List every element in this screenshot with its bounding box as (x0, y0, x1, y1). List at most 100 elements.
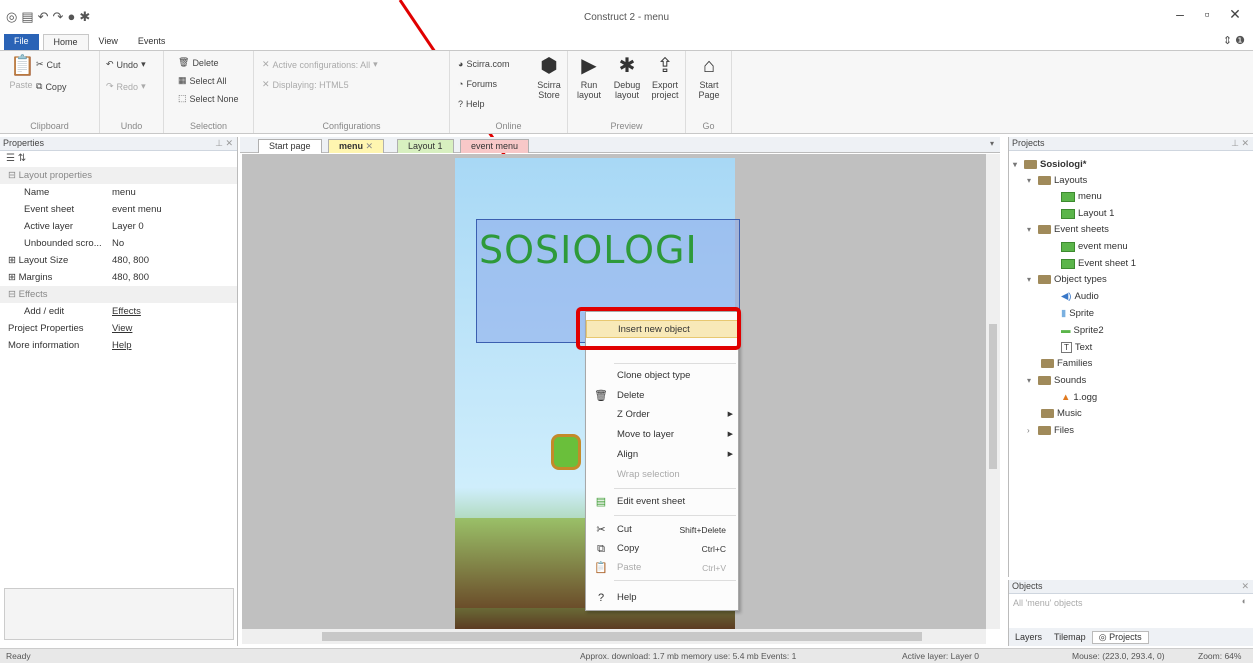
forums-icon: ◔ (458, 79, 464, 89)
tree-item-layout[interactable]: menu (1061, 191, 1102, 202)
select-all-button[interactable]: ▦ Select All (178, 75, 227, 86)
layout-properties-category[interactable]: ⊟ Layout properties (0, 167, 237, 184)
collapse-icon[interactable]: ▾ (1027, 376, 1035, 385)
menu-item-paste[interactable]: 📋 Paste Ctrl+V (586, 559, 738, 577)
collapse-icon[interactable]: ▾ (1027, 225, 1035, 234)
close-tab-icon[interactable]: ✕ (366, 141, 374, 151)
debug-layout-button[interactable]: ✱ Debug layout (610, 55, 644, 100)
menu-item-copy[interactable]: ⧉ Copy Ctrl+C (586, 540, 738, 558)
menu-item-align[interactable]: Align ▶ (586, 446, 738, 464)
property-row[interactable]: ⊞ Margins 480, 800 (0, 269, 237, 286)
restore-icon[interactable]: ▫ (1197, 6, 1217, 22)
tree-item-object[interactable]: T Text (1061, 342, 1092, 353)
tab-tilemap[interactable]: Tilemap (1048, 632, 1092, 642)
objects-filter[interactable]: All 'menu' objects ◐ (1009, 594, 1253, 612)
scroll-thumb[interactable] (989, 324, 997, 469)
cut-button[interactable]: ✂ Cut (36, 59, 61, 70)
objects-settings-icon[interactable]: ◐ (1242, 596, 1247, 606)
help-link[interactable]: ? Help (458, 99, 485, 109)
tree-item-event-sheet[interactable]: Event sheet 1 (1061, 258, 1136, 269)
run-layout-button[interactable]: ▶ Run layout (572, 55, 606, 100)
property-row[interactable]: Event sheet event menu (0, 201, 237, 218)
property-row[interactable]: ⊞ Layout Size 480, 800 (0, 252, 237, 269)
tab-events[interactable]: Events (128, 34, 176, 50)
copy-button[interactable]: ⧉ Copy (36, 81, 66, 92)
tree-item-object[interactable]: ▮ Sprite (1061, 308, 1094, 319)
tree-item-object[interactable]: ▬ Sprite2 (1061, 325, 1104, 336)
vertical-scrollbar[interactable] (986, 154, 1000, 629)
menu-separator (614, 363, 736, 364)
tab-start-page[interactable]: Start page (258, 139, 322, 153)
pin-close-icon[interactable]: ⊥ ✕ (215, 138, 233, 149)
tree-folder-event-sheets[interactable]: ▾ Event sheets (1027, 224, 1109, 235)
sort-icons[interactable]: ☰ ⇅ (0, 151, 237, 167)
tab-file[interactable]: File (4, 34, 39, 50)
menu-item-z-order[interactable]: Z Order ▶ (586, 406, 738, 424)
paste-button[interactable]: 📋 Paste (4, 55, 38, 90)
property-row[interactable]: Name menu (0, 184, 237, 201)
sosiologi-text[interactable]: SOSIOLOGI (479, 228, 698, 272)
property-row[interactable]: More information Help (0, 337, 237, 354)
menu-item-wrap-selection[interactable]: Wrap selection (586, 466, 738, 484)
scirra-link[interactable]: ◕ Scirra.com (458, 59, 509, 69)
sprite2-icon: ▬ (1061, 325, 1071, 336)
property-row[interactable]: Unbounded scro... No (0, 235, 237, 252)
property-row[interactable]: Add / edit Effects (0, 303, 237, 320)
minimize-icon[interactable]: – (1170, 6, 1190, 22)
tree-folder-layouts[interactable]: ▾ Layouts (1027, 175, 1087, 186)
close-icon[interactable]: ✕ (1241, 581, 1249, 592)
collapse-icon[interactable]: ▾ (1027, 176, 1035, 185)
property-row[interactable]: Project Properties View (0, 320, 237, 337)
tab-layout-1[interactable]: Layout 1 (397, 139, 454, 153)
tree-folder-object-types[interactable]: ▾ Object types (1027, 274, 1107, 285)
tree-folder-sounds[interactable]: ▾ Sounds (1027, 375, 1086, 386)
tree-folder-families[interactable]: Families (1041, 358, 1092, 369)
active-configurations-dropdown[interactable]: ✕ Active configurations: All ▾ (262, 59, 378, 70)
menu-item-delete[interactable]: 🗑 Delete (586, 387, 738, 405)
delete-button[interactable]: 🗑 Delete (178, 57, 218, 68)
tab-menu[interactable]: menu ✕ (328, 139, 385, 153)
store-button[interactable]: ⬢ Scirra Store (532, 55, 566, 100)
tab-home[interactable]: Home (42, 34, 89, 50)
tree-folder-music[interactable]: Music (1041, 408, 1082, 419)
effects-category[interactable]: ⊟ Effects (0, 286, 237, 303)
play-button-sprite[interactable] (551, 434, 581, 470)
redo-button[interactable]: ↷ Redo ▾ (106, 81, 146, 92)
select-none-button[interactable]: ⬚ Select None (178, 93, 239, 104)
tree-item-object[interactable]: ◀) Audio (1061, 291, 1099, 302)
tree-root[interactable]: ▾ Sosiologi* (1013, 159, 1086, 170)
horizontal-scrollbar[interactable] (242, 629, 986, 644)
forums-link[interactable]: ◔ Forums (458, 79, 497, 89)
pin-close-icon[interactable]: ⊥ ✕ (1231, 138, 1249, 149)
group-clipboard: 📋 Paste ✂ Cut ⧉ Copy Clipboard (0, 51, 100, 133)
menu-item-help[interactable]: ? Help (586, 589, 738, 607)
start-page-button[interactable]: ⌂ Start Page (692, 55, 726, 100)
tree-item-event-sheet[interactable]: event menu (1061, 241, 1128, 252)
expand-icon[interactable]: › (1027, 426, 1035, 435)
menu-item-cut[interactable]: ✂ Cut Shift+Delete (586, 521, 738, 539)
scroll-thumb[interactable] (322, 632, 922, 641)
ribbon-options-icon[interactable]: ⇕ ❶ (1223, 34, 1245, 47)
menu-item-clone-object-type[interactable]: Clone object type (586, 367, 738, 385)
collapse-icon[interactable]: ▾ (1027, 275, 1035, 284)
paste-icon: 📋 (10, 55, 35, 77)
tab-event-menu[interactable]: event menu (460, 139, 530, 153)
collapse-icon[interactable]: ▾ (1013, 160, 1021, 169)
export-project-button[interactable]: ⇪ Export project (648, 55, 682, 100)
tab-list-icon[interactable]: ▾ (990, 139, 994, 148)
property-row[interactable]: Active layer Layer 0 (0, 218, 237, 235)
tree-folder-files[interactable]: › Files (1027, 425, 1074, 436)
menu-item-move-to-layer[interactable]: Move to layer ▶ (586, 426, 738, 444)
document-tabs: Start page menu ✕ Layout 1 event menu ▾ (240, 137, 1000, 153)
tree-item-layout[interactable]: Layout 1 (1061, 208, 1114, 219)
undo-button[interactable]: ↶ Undo ▾ (106, 59, 146, 70)
tab-view[interactable]: View (89, 34, 128, 50)
tab-layers[interactable]: Layers (1009, 632, 1048, 642)
dropdown-icon: ▾ (141, 59, 146, 69)
menu-item-edit-event-sheet[interactable]: ▤ Edit event sheet (586, 493, 738, 511)
tree-item-sound[interactable]: ▲ 1.ogg (1061, 392, 1097, 403)
displaying-dropdown[interactable]: ✕ Displaying: HTML5 (262, 79, 349, 90)
close-icon[interactable]: ✕ (1225, 6, 1245, 23)
status-mouse: Mouse: (223.0, 293.4, 0) (1072, 651, 1165, 661)
tab-projects[interactable]: ◎ Projects (1091, 630, 1149, 644)
